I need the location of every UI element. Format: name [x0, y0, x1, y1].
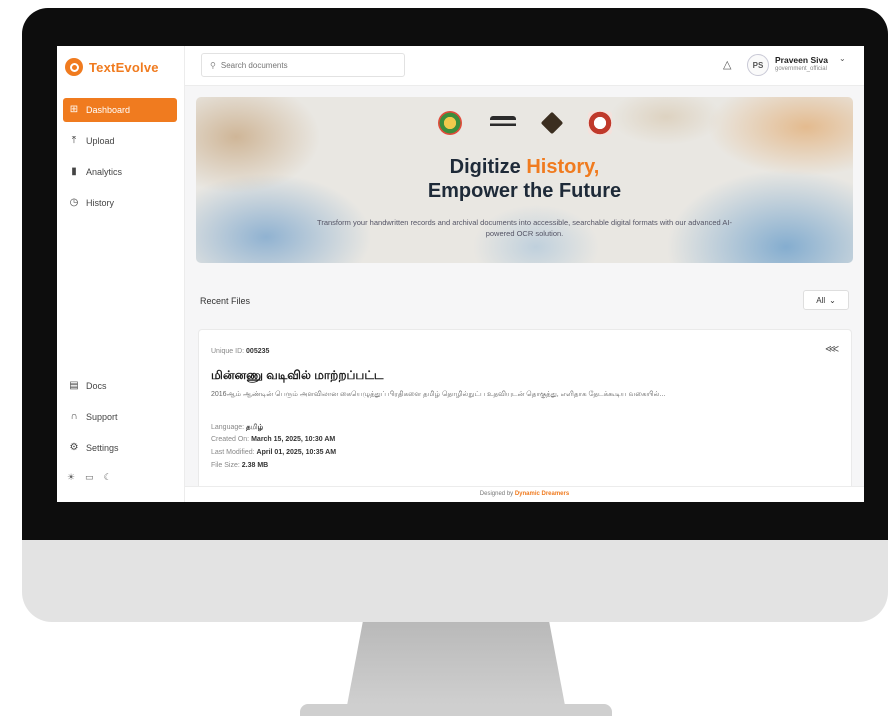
theme-switcher: ☀ ▭ ☾ [67, 472, 112, 483]
user-role: government_official [775, 66, 827, 72]
sidebar: TextEvolve ⊞ Dashboard ⤒ Upload ▮ Analyt… [57, 46, 185, 502]
file-unique-id: Unique ID: 005235 [211, 348, 270, 355]
file-size: File Size: 2.38 MB [211, 462, 269, 469]
hero-subtitle: Transform your handwritten records and a… [317, 218, 732, 238]
brand-logo-icon [65, 58, 83, 76]
sidebar-item-label: Analytics [86, 167, 123, 177]
file-description: 2016ஆம் ஆண்டின் பெரும் அளவிலான கையெழுத்த… [211, 391, 666, 398]
upload-icon: ⤒ [71, 135, 77, 146]
sidebar-item-label: Support [86, 412, 118, 422]
monitor-stand-base [300, 704, 612, 716]
clock-icon: ◷ [69, 197, 79, 208]
partner-logo-icon [489, 116, 516, 130]
sidebar-item-dashboard[interactable]: ⊞ Dashboard [63, 98, 177, 122]
hero-title: Digitize History, Empower the Future [427, 156, 622, 202]
user-menu[interactable]: Praveen Siva government_official [775, 55, 828, 72]
sun-icon[interactable]: ☀ [67, 472, 75, 483]
sidebar-bottom-nav: ▤ Docs ∩ Support ⚙ Settings [63, 374, 177, 467]
recent-files-heading: Recent Files [200, 296, 251, 306]
sidebar-item-settings[interactable]: ⚙ Settings [63, 436, 177, 460]
gear-icon: ⚙ [69, 442, 79, 453]
sidebar-item-label: Dashboard [86, 105, 131, 115]
user-name: Praveen Siva [775, 55, 828, 65]
document-icon: ▤ [69, 380, 79, 391]
sidebar-item-label: Upload [86, 136, 115, 146]
share-icon[interactable]: ⋘ [825, 344, 839, 355]
app-screen: TextEvolve ⊞ Dashboard ⤒ Upload ▮ Analyt… [57, 46, 864, 502]
file-created: Created On: March 15, 2025, 10:30 AM [211, 436, 336, 443]
university-seal-icon [587, 111, 612, 135]
sidebar-item-upload[interactable]: ⤒ Upload [63, 129, 177, 153]
chevron-down-icon[interactable]: ⌄ [839, 54, 846, 63]
moon-icon[interactable]: ☾ [104, 472, 112, 483]
file-language: Language: தமிழ் [211, 424, 264, 431]
filter-value: All [816, 295, 826, 305]
sidebar-item-support[interactable]: ∩ Support [63, 405, 177, 429]
search-box[interactable]: ⚲ [201, 53, 405, 77]
monitor-stand [345, 622, 567, 716]
partner-logos [196, 111, 853, 135]
bell-icon[interactable]: △ [723, 58, 731, 71]
avatar[interactable]: PS [747, 54, 769, 76]
topbar: ⚲ △ PS Praveen Siva government_official … [185, 46, 864, 86]
state-emblem-icon [437, 111, 462, 135]
sidebar-item-docs[interactable]: ▤ Docs [63, 374, 177, 398]
brand-name: TextEvolve [89, 59, 159, 75]
file-title: மின்னணு வடிவில் மாற்றப்பட்ட [211, 368, 384, 382]
sidebar-nav: ⊞ Dashboard ⤒ Upload ▮ Analytics ◷ Histo… [63, 98, 177, 222]
sidebar-item-analytics[interactable]: ▮ Analytics [63, 160, 177, 184]
filter-select[interactable]: All ⌄ [803, 290, 849, 310]
footer-brand[interactable]: Dynamic Dreamers [515, 491, 569, 497]
file-modified: Last Modified: April 01, 2025, 10:35 AM [211, 449, 337, 456]
hero-title-accent: History, [526, 156, 600, 178]
sidebar-item-label: Settings [86, 443, 119, 453]
brand[interactable]: TextEvolve [65, 58, 159, 76]
institution-logo-icon [540, 111, 563, 135]
chevron-down-icon: ⌄ [829, 295, 836, 305]
search-input[interactable] [220, 60, 391, 70]
file-card[interactable]: Unique ID: 005235 ⋘ மின்னணு வடிவில் மாற்… [198, 329, 852, 502]
sidebar-item-label: Docs [86, 381, 107, 391]
footer: Designed by Dynamic Dreamers [185, 486, 864, 502]
monitor-icon[interactable]: ▭ [85, 472, 94, 483]
hero-banner: Digitize History, Empower the Future Tra… [196, 97, 853, 263]
search-icon: ⚲ [210, 60, 216, 70]
sidebar-item-label: History [86, 198, 115, 208]
headset-icon: ∩ [70, 411, 78, 422]
bar-chart-icon: ▮ [71, 166, 77, 177]
sidebar-item-history[interactable]: ◷ History [63, 191, 177, 215]
grid-icon: ⊞ [69, 104, 79, 115]
